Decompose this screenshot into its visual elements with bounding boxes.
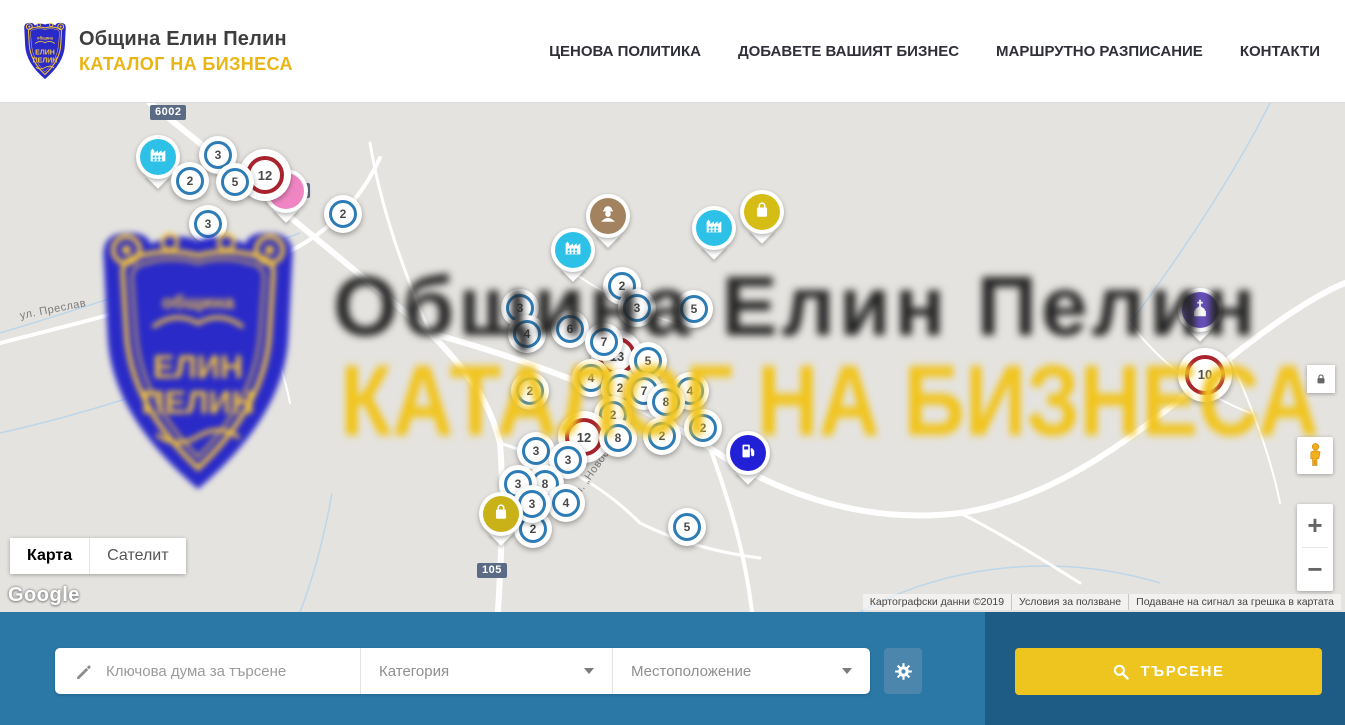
cluster-count: 2: [340, 207, 347, 221]
advanced-settings-button[interactable]: [884, 648, 922, 694]
factory-icon: [147, 144, 169, 171]
cluster-count: 12: [258, 168, 272, 183]
chevron-down-icon: [842, 668, 852, 674]
svg-text:община: община: [162, 291, 235, 312]
road-badge: 105: [477, 563, 507, 578]
category-dropdown-label: Категория: [379, 663, 584, 680]
cluster-count: 3: [529, 497, 536, 511]
keyword-input[interactable]: [106, 663, 346, 680]
cluster-count: 5: [232, 175, 239, 189]
chevron-down-icon: [584, 668, 594, 674]
map-attribution: Картографски данни ©2019 Условия за полз…: [863, 594, 1341, 610]
keyword-section: [55, 648, 360, 694]
site-logo[interactable]: община ЕЛИН ПЕЛИН Община Елин Пелин КАТА…: [20, 20, 293, 82]
search-button-label: ТЪРСЕНЕ: [1140, 663, 1224, 680]
attribution-terms-link[interactable]: Условия за ползване: [1011, 594, 1128, 610]
map-cluster[interactable]: 2: [324, 195, 362, 233]
lock-icon: [1314, 372, 1328, 386]
bag-icon: [490, 501, 512, 528]
factory-icon: [703, 215, 725, 242]
map-type-control: Карта Сателит: [10, 538, 186, 574]
attribution-report-link[interactable]: Подаване на сигнал за грешка в картата: [1128, 594, 1341, 610]
location-dropdown-label: Местоположение: [631, 663, 842, 680]
gear-icon: [893, 661, 914, 682]
site-title: Община Елин Пелин: [79, 28, 293, 51]
nav-contacts[interactable]: КОНТАКТИ: [1240, 43, 1320, 60]
svg-text:ПЕЛИН: ПЕЛИН: [142, 385, 255, 421]
bag-icon: [751, 199, 773, 226]
watermark-title: Община Елин Пелин: [333, 258, 1259, 355]
search-form: Категория Местоположение: [55, 648, 870, 694]
cluster-count: 4: [563, 496, 570, 510]
nav-pricing[interactable]: ЦЕНОВА ПОЛИТИКА: [549, 43, 701, 60]
google-logo[interactable]: Google: [8, 584, 80, 607]
site-subtitle: КАТАЛОГ НА БИЗНЕСА: [79, 54, 293, 75]
lock-control[interactable]: [1307, 365, 1335, 393]
map-cluster[interactable]: 5: [216, 163, 254, 201]
watermark-subtitle: КАТАЛОГ НА БИЗНЕСА: [340, 343, 1319, 458]
road-badge: 6002: [150, 105, 186, 120]
location-dropdown[interactable]: Местоположение: [612, 648, 870, 694]
svg-text:ПЕЛИН: ПЕЛИН: [33, 58, 58, 65]
search-button[interactable]: ТЪРСЕНЕ: [1015, 648, 1322, 695]
zoom-control: + −: [1297, 504, 1333, 591]
search-icon: [1112, 663, 1130, 681]
attribution-copyright: Картографски данни ©2019: [863, 594, 1011, 610]
zoom-in-button[interactable]: +: [1297, 504, 1333, 547]
map-cluster[interactable]: 4: [547, 484, 585, 522]
worker-icon: [597, 203, 619, 230]
header: община ЕЛИН ПЕЛИН Община Елин Пелин КАТА…: [0, 0, 1345, 103]
map-pin-shopping[interactable]: [477, 492, 525, 554]
map-cluster[interactable]: 2: [171, 162, 209, 200]
search-bar: Категория Местоположение: [0, 612, 1345, 725]
zoom-out-button[interactable]: −: [1297, 548, 1333, 591]
cluster-count: 5: [684, 520, 691, 534]
map-canvas[interactable]: 60021051ул. Преславбул. „Новосел 3251223…: [0, 103, 1345, 612]
category-dropdown[interactable]: Категория: [360, 648, 612, 694]
cluster-count: 3: [215, 148, 222, 162]
watermark-shield-icon: община ЕЛИН ПЕЛИН: [85, 215, 311, 507]
nav-bus-schedule[interactable]: МАРШРУТНО РАЗПИСАНИЕ: [996, 43, 1203, 60]
map-pin-shopping[interactable]: [738, 190, 786, 252]
map-cluster[interactable]: 5: [668, 508, 706, 546]
municipality-shield-icon: община ЕЛИН ПЕЛИН: [20, 20, 70, 82]
cluster-count: 2: [530, 522, 537, 536]
svg-text:ЕЛИН: ЕЛИН: [35, 50, 55, 57]
pegman-control[interactable]: [1297, 437, 1333, 474]
map-type-map-button[interactable]: Карта: [10, 538, 89, 574]
pencil-icon: [75, 662, 94, 681]
nav-add-business[interactable]: ДОБАВЕТЕ ВАШИЯТ БИЗНЕС: [738, 43, 959, 60]
svg-text:община: община: [37, 35, 54, 40]
cluster-count: 2: [187, 174, 194, 188]
main-nav: ЦЕНОВА ПОЛИТИКА ДОБАВЕТЕ ВАШИЯТ БИЗНЕС М…: [549, 0, 1320, 103]
map-type-satellite-button[interactable]: Сателит: [89, 538, 185, 574]
pegman-icon: [1307, 442, 1324, 470]
svg-text:ЕЛИН: ЕЛИН: [153, 349, 243, 385]
